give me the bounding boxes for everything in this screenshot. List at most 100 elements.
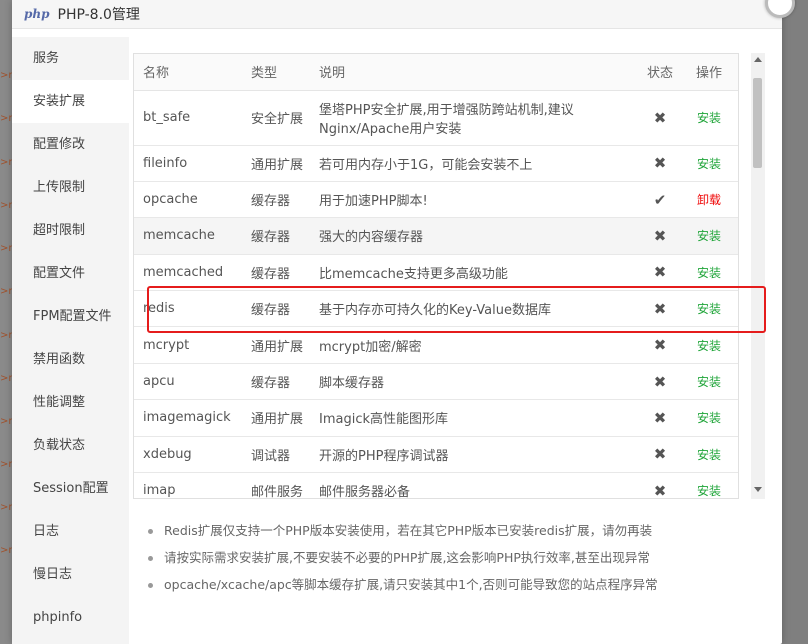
sidebar-item-load-status[interactable]: 负载状态 (12, 424, 129, 467)
not-installed-x-icon: ✖ (653, 226, 667, 245)
sidebar-item-log[interactable]: 日志 (12, 510, 129, 553)
not-installed-x-icon: ✖ (653, 481, 667, 499)
extension-name: bt_safe (143, 110, 191, 125)
install-button[interactable]: 安装 (697, 448, 721, 462)
extension-type: 通用扩展 (251, 339, 304, 355)
extension-description: 堡塔PHP安全扩展,用于增强防跨站机制,建议Nginx/Apache用户安装 (319, 102, 574, 137)
install-button[interactable]: 安装 (697, 375, 721, 389)
sidebar-item-service[interactable]: 服务 (12, 37, 129, 80)
extension-type: 安全扩展 (251, 112, 304, 127)
table-row: fileinfo 通用扩展 若可用内存小于1G，可能会安装不上 ✖ 安装 (134, 145, 738, 182)
extension-type: 通用扩展 (251, 157, 304, 173)
extension-description: Imagick高性能图形库 (319, 412, 449, 428)
extension-name: memcache (143, 228, 215, 244)
table-row: mcrypt 通用扩展 mcrypt加密/解密 ✖ 安装 (134, 326, 738, 364)
column-header-description: 说明 (310, 54, 640, 91)
sidebar-item-install-extensions[interactable]: 安装扩展 (12, 80, 129, 123)
extension-name: xdebug (143, 446, 192, 462)
table-row: opcache 缓存器 用于加速PHP脚本! ✔ 卸载 (134, 181, 738, 219)
table-row: bt_safe 安全扩展 堡塔PHP安全扩展,用于增强防跨站机制,建议Nginx/A… (134, 90, 738, 146)
extension-description: 强大的内容缓存器 (319, 230, 424, 246)
install-button[interactable]: 安装 (697, 411, 721, 425)
extension-name: imagemagick (143, 410, 231, 426)
install-button[interactable]: 安装 (697, 484, 721, 498)
not-installed-x-icon: ✖ (653, 372, 667, 391)
column-header-status: 状态 (640, 54, 680, 91)
dialog-header: php PHP-8.0管理 (12, 0, 782, 29)
sidebar-item-fpm-config[interactable]: FPM配置文件 (12, 295, 129, 338)
install-button[interactable]: 安装 (697, 302, 721, 316)
table-row: xdebug 调试器 开源的PHP程序调试器 ✖ 安装 (134, 436, 738, 474)
not-installed-x-icon: ✖ (653, 299, 667, 318)
sidebar-item-performance[interactable]: 性能调整 (12, 381, 129, 424)
scroll-down-arrow-icon[interactable] (754, 487, 762, 492)
extension-panel: 名称 类型 说明 状态 操作 bt_safe 安全扩展 堡塔PHP安全扩展,用于增强… (133, 53, 753, 499)
note-item: opcache/xcache/apc等脚本缓存扩展,请只安装其中1个,否则可能导… (148, 574, 748, 601)
install-button[interactable]: 安装 (697, 111, 721, 125)
extension-description: 比memcache支持更多高级功能 (319, 266, 508, 282)
install-button[interactable]: 安装 (697, 266, 721, 280)
install-button[interactable]: 安装 (697, 339, 721, 353)
sidebar-item-session-config[interactable]: Session配置 (12, 467, 129, 510)
extension-description: mcrypt加密/解密 (319, 339, 422, 355)
table-header-row: 名称 类型 说明 状态 操作 (134, 54, 738, 91)
extension-type: 通用扩展 (251, 412, 304, 428)
not-installed-x-icon: ✖ (653, 263, 667, 282)
extension-description: 脚本缓存器 (319, 376, 385, 392)
extension-type: 缓存器 (251, 230, 291, 246)
extension-description: 邮件服务器必备 (319, 485, 411, 499)
note-item: Redis扩展仅支持一个PHP版本安装使用，若在其它PHP版本已安装redis扩… (148, 520, 748, 547)
note-item: 请按实际需求安装扩展,不要安装不必要的PHP扩展,这会影响PHP执行效率,甚至出… (148, 547, 748, 574)
extension-type: 缓存器 (251, 266, 291, 282)
extension-description: 基于内存亦可持久化的Key-Value数据库 (319, 303, 551, 319)
extension-name: imap (143, 483, 176, 499)
sidebar-item-timeout-limit[interactable]: 超时限制 (12, 209, 129, 252)
sidebar-item-upload-limit[interactable]: 上传限制 (12, 166, 129, 209)
install-button[interactable]: 安装 (697, 157, 721, 171)
sidebar-item-phpinfo[interactable]: phpinfo (12, 596, 129, 639)
extension-name: memcached (143, 264, 224, 280)
table-scrollbar[interactable] (751, 53, 765, 499)
sidebar-item-config-file[interactable]: 配置文件 (12, 252, 129, 295)
extension-name: mcrypt (143, 337, 190, 353)
extension-name: redis (143, 301, 175, 317)
column-header-name: 名称 (134, 54, 242, 91)
extension-name: apcu (143, 374, 175, 390)
sidebar-item-slow-log[interactable]: 慢日志 (12, 553, 129, 596)
table-row: apcu 缓存器 脚本缓存器 ✖ 安装 (134, 363, 738, 401)
not-installed-x-icon: ✖ (653, 445, 667, 464)
notes-list: Redis扩展仅支持一个PHP版本安装使用，若在其它PHP版本已安装redis扩… (148, 520, 748, 601)
extension-name: fileinfo (143, 155, 188, 171)
install-button[interactable]: 安装 (697, 229, 721, 243)
table-row: imagemagick 通用扩展 Imagick高性能图形库 ✖ 安装 (134, 399, 738, 437)
extension-type: 邮件服务 (251, 485, 304, 499)
dialog-title: PHP-8.0管理 (57, 7, 140, 23)
scroll-thumb[interactable] (753, 78, 762, 168)
extension-table-container: 名称 类型 说明 状态 操作 bt_safe 安全扩展 堡塔PHP安全扩展,用于增强… (133, 53, 739, 499)
extension-type: 缓存器 (251, 194, 291, 210)
table-row: imap 邮件服务 邮件服务器必备 ✖ 安装 (134, 472, 738, 499)
table-row: memcached 缓存器 比memcache支持更多高级功能 ✖ 安装 (134, 254, 738, 292)
not-installed-x-icon: ✖ (653, 108, 667, 127)
extension-type: 缓存器 (251, 376, 291, 392)
table-row: memcache 缓存器 强大的内容缓存器 ✖ 安装 (134, 217, 738, 255)
extension-type: 调试器 (251, 448, 291, 464)
sidebar-item-disabled-functions[interactable]: 禁用函数 (12, 338, 129, 381)
not-installed-x-icon: ✖ (653, 408, 667, 427)
not-installed-x-icon: ✖ (653, 154, 667, 173)
php-logo: php (24, 7, 50, 21)
extension-name: opcache (143, 192, 198, 208)
extension-description: 若可用内存小于1G，可能会安装不上 (319, 157, 533, 173)
not-installed-x-icon: ✖ (653, 336, 667, 355)
extension-description: 开源的PHP程序调试器 (319, 448, 449, 464)
column-header-action: 操作 (680, 54, 738, 91)
extension-table: 名称 类型 说明 状态 操作 bt_safe 安全扩展 堡塔PHP安全扩展,用于增强… (134, 54, 738, 499)
scroll-up-arrow-icon[interactable] (754, 57, 762, 62)
sidebar-item-config-modify[interactable]: 配置修改 (12, 123, 129, 166)
table-row: redis 缓存器 基于内存亦可持久化的Key-Value数据库 ✖ 安装 (134, 290, 738, 328)
column-header-type: 类型 (242, 54, 310, 91)
uninstall-button[interactable]: 卸载 (697, 193, 721, 207)
extension-description: 用于加速PHP脚本! (319, 194, 428, 210)
extension-type: 缓存器 (251, 303, 291, 319)
installed-check-icon: ✔ (653, 190, 667, 209)
